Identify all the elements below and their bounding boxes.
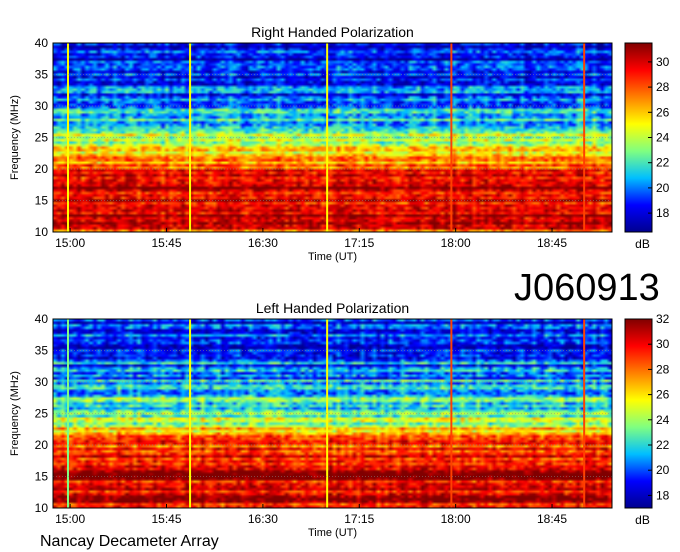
- observation-id: J060913: [514, 267, 660, 309]
- colorbar-tick-label: 22: [656, 438, 670, 452]
- x-tick-label: 16:30: [248, 512, 278, 526]
- x-tick-label: 15:45: [151, 512, 181, 526]
- colorbar-tick-label: 30: [656, 55, 670, 69]
- y-tick-label: 15: [35, 194, 49, 208]
- colorbar-scale: [624, 318, 653, 509]
- y-tick-label: 25: [35, 407, 49, 421]
- x-tick-label: 16:30: [248, 236, 278, 250]
- x-tick-label: 17:15: [344, 512, 374, 526]
- y-tick-label: 40: [35, 312, 49, 326]
- colorbar-tick-label: 30: [656, 337, 670, 351]
- y-axis-label: Frequency (MHz): [9, 95, 21, 180]
- colorbar-tick-label: 28: [656, 362, 670, 376]
- colorbar-tick-label: 26: [656, 388, 670, 402]
- y-axis-label: Frequency (MHz): [9, 371, 21, 456]
- colorbar: 18 20 22 24 26 28 30 dB: [624, 42, 670, 251]
- x-axis-label: Time (UT): [308, 527, 357, 539]
- x-axis-label: Time (UT): [308, 251, 357, 263]
- colorbar-tick-label: 26: [656, 105, 670, 119]
- x-tick-label: 18:45: [537, 512, 567, 526]
- y-tick-label: 25: [35, 131, 49, 145]
- y-tick-label: 20: [35, 438, 49, 452]
- x-tick-label: 18:00: [441, 236, 471, 250]
- colorbar-label: dB: [635, 237, 650, 251]
- y-tick-label: 30: [35, 375, 49, 389]
- x-tick-label: 18:45: [537, 236, 567, 250]
- colorbar: 18 20 22 24 26 28 30 32 dB: [624, 312, 670, 527]
- chart-title: Left Handed Polarization: [256, 300, 409, 316]
- x-tick-label: 18:00: [441, 512, 471, 526]
- x-tick-label: 15:00: [55, 236, 85, 250]
- x-tick-label: 17:15: [344, 236, 374, 250]
- y-tick-label: 35: [35, 68, 49, 82]
- x-tick-label: 15:00: [55, 512, 85, 526]
- footer-label: Nancay Decameter Array: [40, 533, 219, 550]
- colorbar-tick-label: 18: [656, 488, 670, 502]
- colorbar-scale: [624, 42, 653, 233]
- y-tick-label: 10: [35, 501, 49, 515]
- colorbar-tick-label: 28: [656, 80, 670, 94]
- figure: J060913 Nancay Decameter Array Right Han…: [9, 24, 670, 550]
- colorbar-tick-label: 18: [656, 206, 670, 220]
- colorbar-tick-label: 20: [656, 181, 670, 195]
- y-tick-label: 10: [35, 225, 49, 239]
- colorbar-tick-label: 32: [656, 312, 670, 326]
- y-tick-label: 40: [35, 36, 49, 50]
- x-tick-label: 15:45: [151, 236, 181, 250]
- spectrogram-panel-1: Right Handed Polarization Time (UT) Freque…: [9, 24, 670, 263]
- colorbar-tick-label: 24: [656, 131, 670, 145]
- y-tick-label: 35: [35, 344, 49, 358]
- chart-title: Right Handed Polarization: [251, 24, 414, 40]
- y-tick-label: 20: [35, 162, 49, 176]
- spectrogram-panel-2: Left Handed Polarization Time (UT) Frequen…: [9, 300, 670, 539]
- colorbar-tick-label: 22: [656, 156, 670, 170]
- colorbar-label: dB: [635, 513, 650, 527]
- colorbar-tick-label: 20: [656, 463, 670, 477]
- y-tick-label: 15: [35, 470, 49, 484]
- colorbar-tick-label: 24: [656, 413, 670, 427]
- y-tick-label: 30: [35, 99, 49, 113]
